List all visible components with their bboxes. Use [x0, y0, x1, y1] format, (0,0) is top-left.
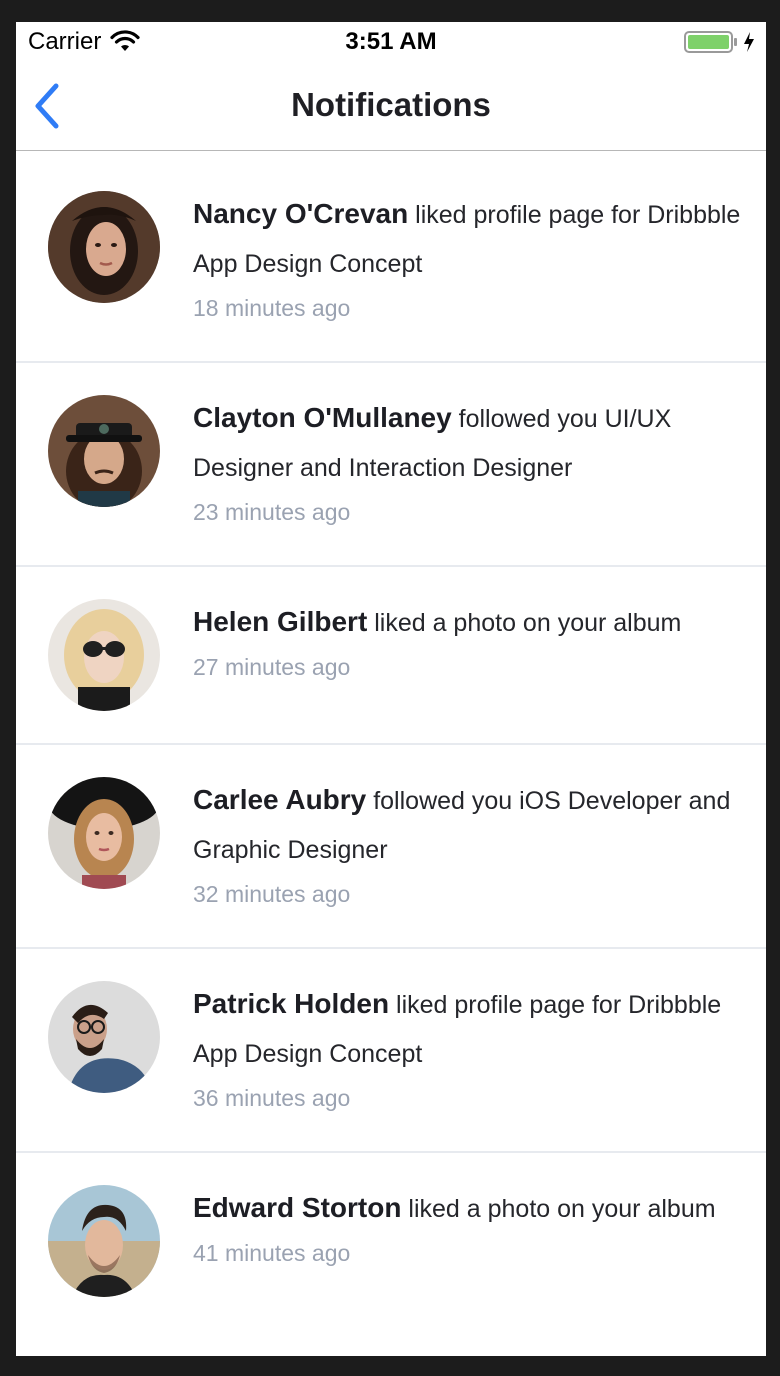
notification-item[interactable]: Patrick Holden liked profile page for Dr… — [16, 949, 766, 1153]
notification-message: Clayton O'Mullaney followed you UI/UX De… — [193, 393, 753, 493]
charging-bolt-icon — [744, 32, 754, 52]
battery-icon — [684, 31, 737, 53]
avatar-patrick[interactable] — [48, 981, 160, 1093]
user-name[interactable]: Carlee Aubry — [193, 784, 366, 815]
avatar-nancy[interactable] — [48, 191, 160, 303]
notification-message: Edward Storton liked a photo on your alb… — [193, 1183, 753, 1234]
notification-text: Clayton O'Mullaney followed you UI/UX De… — [193, 393, 753, 526]
notification-text: Patrick Holden liked profile page for Dr… — [193, 979, 753, 1112]
navigation-bar: Notifications — [16, 64, 766, 151]
avatar-edward[interactable] — [48, 1185, 160, 1297]
user-name[interactable]: Clayton O'Mullaney — [193, 402, 452, 433]
avatar-photo — [48, 599, 160, 711]
avatar-photo — [48, 395, 160, 507]
notification-text: Edward Storton liked a photo on your alb… — [193, 1183, 753, 1267]
notification-time: 18 minutes ago — [193, 295, 351, 321]
notification-item[interactable]: Nancy O'Crevan liked profile page for Dr… — [16, 151, 766, 363]
user-name[interactable]: Patrick Holden — [193, 988, 389, 1019]
notification-item[interactable]: Helen Gilbert liked a photo on your albu… — [16, 567, 766, 745]
avatar-photo — [48, 777, 160, 889]
notification-message: Carlee Aubry followed you iOS Developer … — [193, 775, 753, 875]
avatar-clayton[interactable] — [48, 395, 160, 507]
notification-text: Helen Gilbert liked a photo on your albu… — [193, 597, 753, 681]
user-name[interactable]: Nancy O'Crevan — [193, 198, 408, 229]
notification-list: Nancy O'Crevan liked profile page for Dr… — [16, 151, 766, 1356]
notification-message: Patrick Holden liked profile page for Dr… — [193, 979, 753, 1079]
notification-item[interactable]: Clayton O'Mullaney followed you UI/UX De… — [16, 363, 766, 567]
notification-time: 27 minutes ago — [193, 654, 351, 680]
user-name[interactable]: Edward Storton — [193, 1192, 401, 1223]
notification-action: liked a photo on your album — [374, 609, 682, 637]
notification-time: 36 minutes ago — [193, 1085, 351, 1111]
status-time: 3:51 AM — [345, 28, 437, 55]
notification-action: liked a photo on your album — [408, 1195, 716, 1223]
avatar-photo — [48, 191, 160, 303]
avatar-photo — [48, 1185, 160, 1297]
notification-message: Nancy O'Crevan liked profile page for Dr… — [193, 189, 753, 289]
notification-time: 23 minutes ago — [193, 499, 351, 525]
avatar-carlee[interactable] — [48, 777, 160, 889]
status-bar: Carrier 3:51 AM — [16, 22, 766, 64]
notification-item[interactable]: Carlee Aubry followed you iOS Developer … — [16, 745, 766, 949]
avatar-helen[interactable] — [48, 599, 160, 711]
notification-time: 32 minutes ago — [193, 881, 351, 907]
phone-screen: Carrier 3:51 AM Notifications Nancy O'Cr… — [16, 22, 766, 1356]
notification-message: Helen Gilbert liked a photo on your albu… — [193, 597, 753, 648]
notification-text: Carlee Aubry followed you iOS Developer … — [193, 775, 753, 908]
notification-time: 41 minutes ago — [193, 1240, 351, 1266]
battery-indicator — [684, 31, 756, 53]
notification-text: Nancy O'Crevan liked profile page for Dr… — [193, 189, 753, 322]
user-name[interactable]: Helen Gilbert — [193, 606, 367, 637]
notification-item[interactable]: Edward Storton liked a photo on your alb… — [16, 1153, 766, 1356]
page-title: Notifications — [291, 86, 491, 123]
avatar-photo — [48, 981, 160, 1093]
